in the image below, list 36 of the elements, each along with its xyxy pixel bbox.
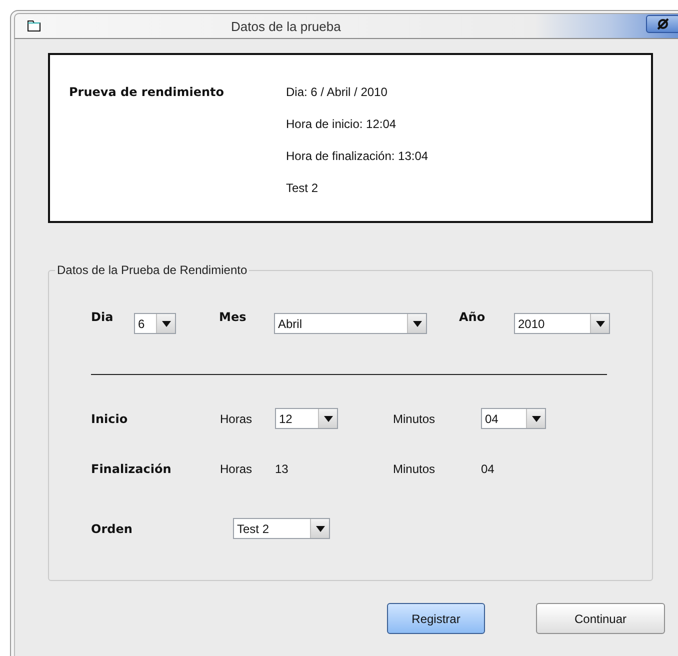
dropdown-arrow-icon [412, 320, 422, 326]
summary-line: Test 2 [286, 181, 320, 195]
dropdown-arrow-icon [324, 416, 332, 422]
dropdown[interactable]: 6 [134, 313, 176, 334]
dropdown-arrow-icon [532, 416, 540, 422]
dropdown[interactable]: 12 [275, 408, 338, 429]
hours-value: 13 [275, 462, 290, 476]
slashed-circle-icon [657, 18, 669, 30]
dropdown[interactable]: 04 [481, 408, 546, 429]
dropdown-arrow-icon [162, 320, 170, 326]
dropdown[interactable]: 2010 [514, 313, 610, 334]
summary-line: Hora de finalización: 13:04 [286, 149, 428, 163]
default-button[interactable]: Registrar [387, 603, 485, 634]
close-button[interactable] [646, 15, 678, 33]
field-label: Dia [91, 310, 114, 324]
dropdown-arrow-icon [596, 320, 604, 326]
field-label: Finalización [91, 462, 172, 476]
field-label: Mes [219, 310, 248, 324]
field-label: Orden [91, 522, 134, 536]
summary-line: Hora de inicio: 12:04 [286, 117, 398, 131]
field-label: Minutos [393, 462, 436, 476]
field-label: Año [459, 310, 486, 324]
button[interactable]: Continuar [536, 603, 665, 634]
dropdown[interactable]: Test 2 [233, 518, 330, 539]
dropdown[interactable]: Abril [274, 313, 427, 334]
field-label: Minutos [393, 412, 436, 426]
minutes-value: 04 [481, 462, 494, 476]
summary-heading: Prueva de rendimiento [69, 85, 225, 101]
field-label: Horas [220, 412, 254, 426]
summary-line: Dia: 6 / Abril / 2010 [286, 85, 388, 99]
window-icon [27, 20, 41, 32]
group-legend: Datos de la Prueba de Rendimiento [55, 263, 250, 277]
window-title: Datos de la prueba [231, 18, 341, 34]
dropdown-arrow-icon [316, 526, 324, 532]
field-label: Inicio [91, 412, 129, 426]
field-label: Horas [220, 462, 254, 476]
